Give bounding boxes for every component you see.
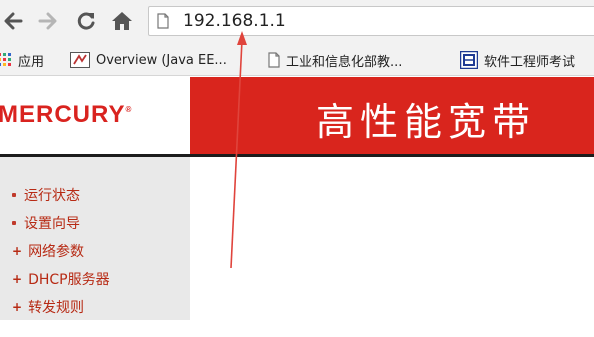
header-banner: 高性能宽带: [190, 77, 594, 157]
bookmark-label: 应用: [18, 54, 45, 70]
plus-icon: +: [12, 272, 23, 286]
plus-icon: +: [12, 244, 23, 258]
menu-item-forwarding-rules[interactable]: + 转发规则: [12, 296, 84, 318]
home-icon: [112, 12, 132, 30]
menu-item-status[interactable]: 运行状态: [12, 184, 80, 206]
bookmark-apps[interactable]: 应用: [0, 50, 44, 70]
menu-item-dhcp-server[interactable]: + DHCP服务器: [12, 268, 110, 290]
address-bar[interactable]: 192.168.1.1: [148, 6, 594, 36]
home-button[interactable]: [111, 8, 133, 34]
bookmark-label: 工业和信息化部教...: [286, 54, 403, 70]
registered-mark: ®: [125, 105, 133, 114]
router-header: MERCURY® 高性能宽带: [0, 77, 594, 157]
bookmark-label: Overview (Java EE...: [96, 52, 227, 68]
menu-item-label: 运行状态: [24, 188, 80, 204]
forward-arrow-icon: [38, 12, 57, 30]
bookmarks-bar: 应用 Overview (Java EE... 工业和信息化部教... 软件工程…: [0, 44, 594, 76]
bookmark-label: 软件工程师考试: [484, 54, 576, 70]
browser-toolbar: 192.168.1.1: [0, 0, 594, 44]
url-text[interactable]: 192.168.1.1: [183, 10, 286, 32]
plus-icon: +: [12, 300, 23, 314]
reload-icon: [77, 12, 95, 30]
back-arrow-icon: [4, 12, 23, 30]
menu-item-setup-wizard[interactable]: 设置向导: [12, 212, 80, 234]
bullet-icon: [12, 221, 16, 225]
menu-item-label: DHCP服务器: [28, 272, 110, 288]
forward-button[interactable]: [37, 8, 59, 34]
banner-title: 高性能宽带: [316, 100, 537, 144]
bookmark-java-overview[interactable]: Overview (Java EE...: [70, 50, 227, 70]
bai-icon: [460, 51, 478, 69]
back-button[interactable]: [2, 8, 24, 34]
sidebar-menu: 运行状态 设置向导 + 网络参数 + DHCP服务器 + 转发规则: [0, 157, 190, 320]
page-icon: [157, 13, 169, 29]
bookmark-software-exam[interactable]: 软件工程师考试: [460, 50, 575, 70]
java-icon: [70, 52, 90, 68]
reload-button[interactable]: [75, 8, 97, 34]
menu-item-label: 网络参数: [28, 244, 85, 260]
logo-area: MERCURY®: [0, 77, 190, 157]
menu-item-label: 设置向导: [24, 216, 80, 232]
menu-item-label: 转发规则: [28, 300, 85, 316]
menu-item-network-params[interactable]: + 网络参数: [12, 240, 84, 262]
logo-text: MERCURY: [0, 101, 126, 128]
apps-grid-icon: [0, 53, 11, 66]
mercury-logo: MERCURY®: [0, 101, 132, 129]
bullet-icon: [12, 193, 16, 197]
bookmark-miit[interactable]: 工业和信息化部教...: [268, 50, 402, 70]
page-icon: [268, 52, 280, 68]
